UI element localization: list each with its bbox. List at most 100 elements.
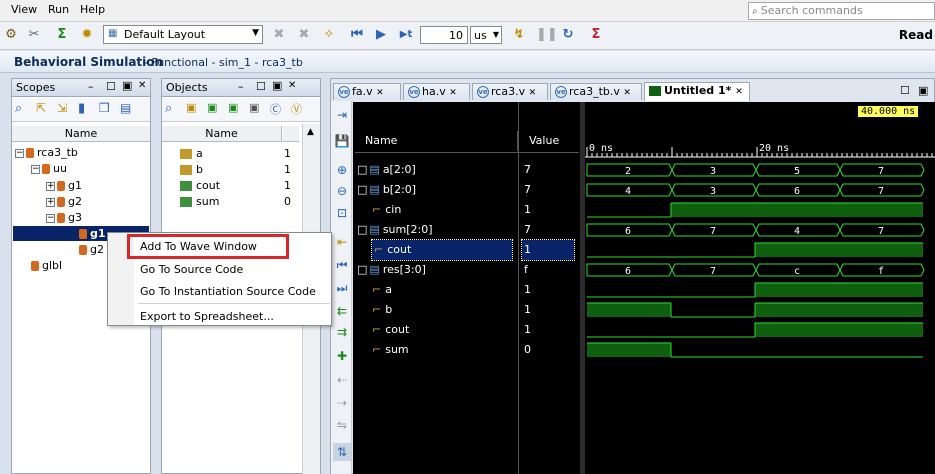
restore-icon[interactable]: ☐ <box>900 84 910 97</box>
tab-untitled-1[interactable]: Untitled 1* ✕ <box>644 82 750 101</box>
tab-rca3-v[interactable]: ve rca3.v ✕ <box>472 83 548 100</box>
minimize-icon[interactable]: – <box>88 80 94 93</box>
wand-icon[interactable]: ✧ <box>321 27 337 43</box>
close-icon[interactable]: ✕ <box>529 88 537 98</box>
search-icon[interactable]: ⌕ <box>15 101 22 116</box>
breakpoint-icon[interactable]: Σ <box>588 27 604 43</box>
internal-filter-icon[interactable]: ▣ <box>249 101 259 114</box>
zoom-in-icon[interactable]: ⊕ <box>333 161 351 179</box>
signal-name-row[interactable]: ⌐ cin <box>372 200 401 220</box>
tab-rca3-tb-v[interactable]: ve rca3_tb.v ✕ <box>550 83 642 100</box>
close-icon[interactable]: ✕ <box>376 88 384 98</box>
object-row[interactable]: a <box>180 146 203 161</box>
gear-icon[interactable]: ✹ <box>79 27 95 43</box>
tree-item-uu[interactable]: − uu <box>31 161 67 176</box>
minimize-icon[interactable]: – <box>238 80 244 93</box>
pause-icon[interactable]: ❚❚ <box>536 27 558 43</box>
close-icon[interactable]: ✕ <box>138 80 146 91</box>
expand-toggle[interactable]: □ <box>357 183 367 196</box>
module-filter-icon[interactable]: ▮ <box>78 101 85 116</box>
signal-name-row[interactable]: ⌐ a <box>372 280 392 300</box>
next-transition-icon[interactable]: ⇉ <box>333 323 351 341</box>
tree-item-g3[interactable]: − g3 <box>46 210 82 225</box>
zoom-fit-left-icon[interactable]: ⇥ <box>333 106 351 124</box>
maximize-icon[interactable]: ▣ <box>122 79 132 92</box>
layout-select[interactable]: ▦ Default Layout ▼ <box>103 25 263 44</box>
expand-toggle[interactable]: + <box>46 197 55 207</box>
add-marker-icon[interactable]: ✚ <box>333 347 351 365</box>
object-row[interactable]: sum <box>180 194 219 209</box>
scroll-up-icon[interactable]: ▲ <box>307 127 314 137</box>
go-to-start-icon[interactable]: ⏮ <box>333 256 351 274</box>
expand-toggle[interactable]: + <box>46 181 55 191</box>
run-for-icon[interactable]: ▶t <box>398 27 414 43</box>
close-icon[interactable]: ✕ <box>735 87 743 97</box>
menu-item-export-to-spreadsheet[interactable]: Export to Spreadsheet... <box>140 310 274 323</box>
tools-icon[interactable]: ✂ <box>26 27 42 43</box>
maximize-icon[interactable]: ▣ <box>918 84 928 97</box>
expand-toggle[interactable]: □ <box>357 263 367 276</box>
tree-item-g1[interactable]: + g1 <box>46 178 82 193</box>
constant-filter-icon[interactable]: Ⓒ <box>270 101 281 117</box>
tree-item-g3-g2[interactable]: g2 <box>79 242 104 257</box>
tree-item-glbl[interactable]: glbl <box>31 258 62 273</box>
collapse-toggle[interactable]: − <box>15 148 24 158</box>
tab-fa-v[interactable]: ve fa.v ✕ <box>333 83 401 100</box>
collapse-all-icon[interactable]: ⇱ <box>36 101 46 115</box>
variable-filter-icon[interactable]: Ⓥ <box>291 101 302 117</box>
restore-icon[interactable]: ☐ <box>256 80 266 93</box>
signal-name-row[interactable]: □ ▤ b[2:0] <box>357 180 416 200</box>
search-commands-input[interactable]: ⌕ Search commands <box>748 2 935 20</box>
signal-name-row[interactable]: □ ▤ sum[2:0] <box>357 220 433 240</box>
maximize-icon[interactable]: ▣ <box>272 79 282 92</box>
settings-icon[interactable]: ⚙ <box>3 27 19 43</box>
relaunch-icon[interactable]: ↻ <box>560 27 576 43</box>
expand-toggle[interactable]: □ <box>357 163 367 176</box>
prev-marker-icon[interactable]: ⇠ <box>333 371 351 389</box>
expand-toggle[interactable]: □ <box>357 223 367 236</box>
close-icon[interactable]: ✕ <box>623 88 631 98</box>
collapse-toggle[interactable]: − <box>46 213 55 223</box>
zoom-fit-icon[interactable]: ⊡ <box>333 204 351 222</box>
close-icon[interactable]: ✕ <box>449 88 457 98</box>
menu-view[interactable]: View <box>11 3 37 16</box>
run-all-icon[interactable]: ▶ <box>373 27 389 43</box>
save-icon[interactable]: 💾 <box>333 132 351 150</box>
time-unit-select[interactable]: us ▼ <box>470 26 502 44</box>
step-icon[interactable]: ↯ <box>511 27 527 43</box>
menu-run[interactable]: Run <box>48 3 69 16</box>
tree-item-rca3-tb[interactable]: − rca3_tb <box>15 145 78 160</box>
next-marker-icon[interactable]: ⇢ <box>333 394 351 412</box>
menu-help[interactable]: Help <box>80 3 105 16</box>
pin-icon[interactable]: ✖ <box>271 27 287 43</box>
signal-name-row[interactable]: ⌐ sum <box>372 340 409 360</box>
menu-item-go-to-source-code[interactable]: Go To Source Code <box>140 263 243 276</box>
restart-icon[interactable]: ⏮ <box>349 27 365 43</box>
sigma-icon[interactable]: Σ <box>54 27 70 43</box>
tree-item-g2[interactable]: + g2 <box>46 194 82 209</box>
cursor-icon[interactable]: ⇤ <box>333 233 351 251</box>
go-to-end-icon[interactable]: ⏭ <box>333 279 351 297</box>
object-row[interactable]: b <box>180 162 203 177</box>
object-row[interactable]: cout <box>180 178 220 193</box>
signal-name-row[interactable]: ⌐ cout <box>372 320 409 340</box>
search-icon[interactable]: ⌕ <box>165 101 172 116</box>
expand-all-icon[interactable]: ⇲ <box>57 101 67 115</box>
run-time-input[interactable]: 10 <box>420 26 468 44</box>
snap-icon[interactable]: ⇅ <box>333 443 351 461</box>
zoom-out-icon[interactable]: ⊖ <box>333 182 351 200</box>
prev-transition-icon[interactable]: ⇇ <box>333 302 351 320</box>
settings-icon[interactable]: ▤ <box>120 101 131 115</box>
swap-cursors-icon[interactable]: ⇋ <box>333 416 351 434</box>
cube-icon[interactable]: ❒ <box>99 101 110 115</box>
unpin-icon[interactable]: ✖ <box>296 27 312 43</box>
input-filter-icon[interactable]: ▣ <box>186 101 196 114</box>
collapse-toggle[interactable]: − <box>31 164 40 174</box>
menu-item-go-to-instantiation-source-code[interactable]: Go To Instantiation Source Code <box>140 285 316 298</box>
output-filter-icon[interactable]: ▣ <box>207 101 217 114</box>
inout-filter-icon[interactable]: ▣ <box>228 101 238 114</box>
signal-name-row[interactable]: □ ▤ a[2:0] <box>357 160 416 180</box>
tab-ha-v[interactable]: ve ha.v ✕ <box>403 83 470 100</box>
close-icon[interactable]: ✕ <box>288 80 296 91</box>
signal-name-row[interactable]: □ ▤ res[3:0] <box>357 260 426 280</box>
